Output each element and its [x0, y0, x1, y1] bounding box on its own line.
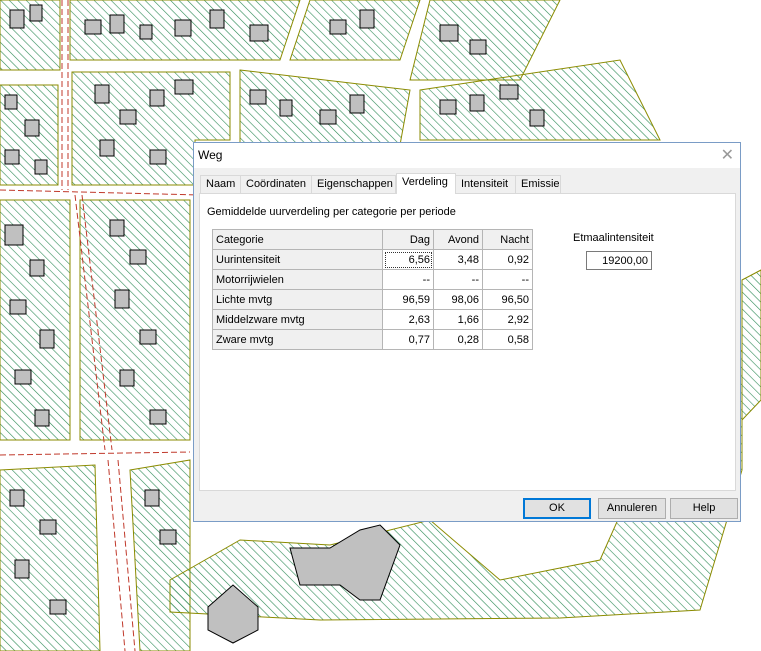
table-cell[interactable]: 96,50 [482, 289, 533, 310]
table-cell[interactable]: 0,77 [382, 329, 434, 350]
verdeling-table: Categorie Dag Avond Nacht Uurintensiteit… [212, 229, 533, 350]
table-cell[interactable]: 1,66 [433, 309, 483, 330]
row-label: Motorrijwielen [212, 269, 383, 290]
table-cell[interactable]: 0,58 [482, 329, 533, 350]
tab-intensiteit[interactable]: Intensiteit [455, 175, 516, 193]
etmaalintensiteit-input[interactable] [586, 251, 652, 270]
tab-emissie[interactable]: Emissie [515, 175, 561, 193]
panel-heading: Gemiddelde uurverdeling per categorie pe… [207, 206, 456, 218]
col-header-categorie: Categorie [212, 229, 383, 250]
table-cell[interactable]: 2,92 [482, 309, 533, 330]
help-button[interactable]: Help [670, 498, 738, 519]
table-row: Uurintensiteit 6,56 3,48 0,92 [212, 249, 533, 270]
table-cell[interactable]: 3,48 [433, 249, 483, 270]
table-cell[interactable]: -- [482, 269, 533, 290]
table-cell[interactable]: 96,59 [382, 289, 434, 310]
table-row: Lichte mvtg 96,59 98,06 96,50 [212, 289, 533, 310]
dialog-titlebar[interactable]: Weg ✕ [194, 143, 740, 168]
ok-button[interactable]: OK [523, 498, 591, 519]
close-icon[interactable]: ✕ [721, 145, 734, 165]
tab-naam[interactable]: Naam [200, 175, 241, 193]
table-cell[interactable]: 98,06 [433, 289, 483, 310]
table-cell[interactable]: -- [382, 269, 434, 290]
etmaalintensiteit-label: Etmaalintensiteit [573, 232, 654, 244]
col-header-avond: Avond [433, 229, 483, 250]
table-cell[interactable]: -- [433, 269, 483, 290]
tab-verdeling[interactable]: Verdeling [396, 173, 456, 194]
row-label: Middelzware mvtg [212, 309, 383, 330]
col-header-nacht: Nacht [482, 229, 533, 250]
table-row: Zware mvtg 0,77 0,28 0,58 [212, 329, 533, 350]
row-label: Lichte mvtg [212, 289, 383, 310]
table-row: Middelzware mvtg 2,63 1,66 2,92 [212, 309, 533, 330]
table-cell[interactable]: 6,56 [382, 249, 434, 270]
table-cell[interactable]: 0,92 [482, 249, 533, 270]
table-header-row: Categorie Dag Avond Nacht [212, 229, 533, 250]
verdeling-panel: Gemiddelde uurverdeling per categorie pe… [199, 193, 736, 491]
table-cell[interactable]: 2,63 [382, 309, 434, 330]
cancel-button[interactable]: Annuleren [598, 498, 666, 519]
col-header-dag: Dag [382, 229, 434, 250]
table-cell[interactable]: 0,28 [433, 329, 483, 350]
table-row: Motorrijwielen -- -- -- [212, 269, 533, 290]
weg-dialog: Weg ✕ Naam Coördinaten Eigenschappen Ver… [193, 142, 741, 522]
row-label: Uurintensiteit [212, 249, 383, 270]
tab-eigenschappen[interactable]: Eigenschappen [311, 175, 396, 193]
row-label: Zware mvtg [212, 329, 383, 350]
dialog-title: Weg [198, 148, 223, 162]
tab-coordinaten[interactable]: Coördinaten [240, 175, 312, 193]
